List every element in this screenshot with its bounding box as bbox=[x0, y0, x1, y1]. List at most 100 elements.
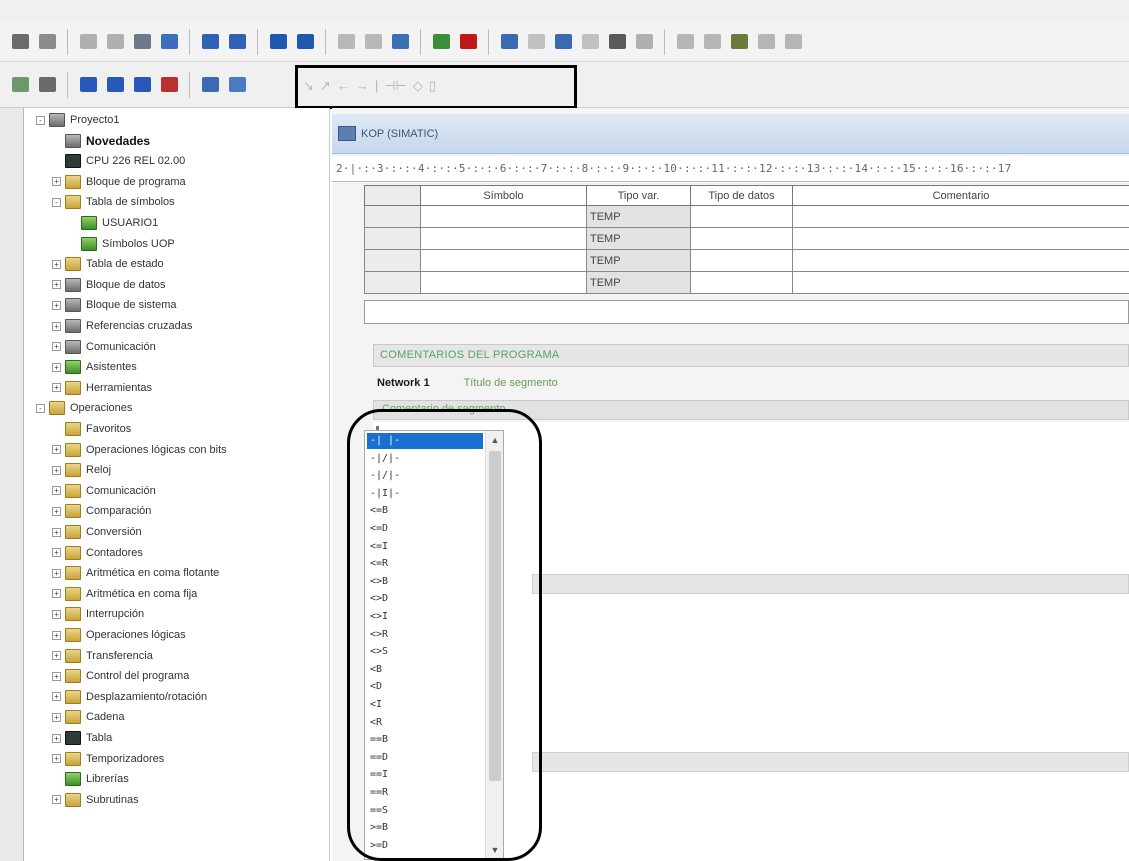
network-line-down-button[interactable] bbox=[103, 73, 127, 97]
expand-icon[interactable]: + bbox=[52, 568, 61, 578]
expand-icon[interactable]: + bbox=[52, 300, 61, 310]
navigation-bar-edge[interactable] bbox=[0, 108, 24, 861]
tree-item[interactable]: + Desplazamiento/rotación bbox=[52, 687, 207, 707]
print-preview-button[interactable] bbox=[35, 30, 59, 54]
tree-item[interactable]: + Herramientas bbox=[52, 378, 152, 398]
comment-cell[interactable] bbox=[792, 249, 1129, 272]
program-comment[interactable]: COMENTARIOS DEL PROGRAMA bbox=[373, 344, 1129, 367]
expand-icon[interactable]: + bbox=[52, 259, 61, 269]
expand-icon[interactable]: + bbox=[52, 177, 61, 187]
run-button[interactable] bbox=[429, 30, 453, 54]
symbol-cell[interactable] bbox=[420, 271, 587, 294]
tree-item[interactable]: + Control del programa bbox=[52, 666, 189, 686]
expand-icon[interactable]: + bbox=[52, 671, 61, 681]
tree-item[interactable]: + Bloque de sistema bbox=[52, 295, 177, 315]
data-type-cell[interactable] bbox=[690, 227, 793, 250]
compile-button[interactable] bbox=[198, 30, 222, 54]
copy-button[interactable] bbox=[103, 30, 127, 54]
network-line-up-button[interactable] bbox=[130, 73, 154, 97]
expand-icon[interactable]: + bbox=[52, 342, 61, 352]
print-button[interactable] bbox=[8, 30, 32, 54]
expand-icon[interactable]: + bbox=[52, 527, 61, 537]
collapse-icon[interactable]: - bbox=[52, 197, 61, 207]
tree-item[interactable]: - Operaciones bbox=[36, 398, 132, 418]
expand-icon[interactable]: + bbox=[52, 383, 61, 393]
tree-item[interactable]: + Bloque de programa bbox=[52, 172, 186, 192]
tree-item[interactable]: + Comunicación bbox=[52, 481, 156, 501]
expand-icon[interactable]: + bbox=[52, 630, 61, 640]
comment-cell[interactable] bbox=[792, 205, 1129, 228]
network-2-header[interactable] bbox=[532, 574, 1129, 594]
expand-icon[interactable]: + bbox=[52, 795, 61, 805]
memory-button[interactable] bbox=[35, 73, 59, 97]
expand-icon[interactable]: + bbox=[52, 280, 61, 290]
collapse-icon[interactable]: - bbox=[36, 403, 45, 413]
read-button[interactable] bbox=[605, 30, 629, 54]
tree-item[interactable]: - Tabla de símbolos bbox=[52, 192, 175, 212]
tree-item[interactable]: + Transferencia bbox=[52, 646, 153, 666]
symbol-cell[interactable] bbox=[420, 249, 587, 272]
expand-icon[interactable]: + bbox=[52, 589, 61, 599]
expand-icon[interactable]: + bbox=[52, 651, 61, 661]
data-type-cell[interactable] bbox=[690, 271, 793, 294]
comment-cell[interactable] bbox=[792, 271, 1129, 294]
pause-status-button[interactable] bbox=[524, 30, 548, 54]
var-type-cell[interactable]: TEMP bbox=[586, 205, 691, 228]
expand-icon[interactable]: + bbox=[52, 712, 61, 722]
tree-item[interactable]: + Asistentes bbox=[52, 357, 137, 377]
variable-table-row[interactable]: TEMP bbox=[364, 205, 1129, 228]
tree-item[interactable]: Novedades bbox=[52, 131, 150, 151]
unforce-button[interactable] bbox=[700, 30, 724, 54]
tree-item[interactable]: + Aritmética en coma flotante bbox=[52, 563, 219, 583]
expand-icon[interactable]: + bbox=[52, 321, 61, 331]
unforce-all-button[interactable] bbox=[727, 30, 751, 54]
var-type-cell[interactable]: TEMP bbox=[586, 227, 691, 250]
tree-item[interactable]: Símbolos UOP bbox=[68, 234, 175, 254]
network-delete-button[interactable] bbox=[157, 73, 181, 97]
expand-icon[interactable]: + bbox=[52, 754, 61, 764]
tree-item[interactable]: + Conversión bbox=[52, 522, 142, 542]
force-button[interactable] bbox=[673, 30, 697, 54]
expand-icon[interactable]: + bbox=[52, 548, 61, 558]
expand-icon[interactable]: + bbox=[52, 733, 61, 743]
tree-item[interactable]: + Aritmética en coma fija bbox=[52, 584, 197, 604]
tree-item[interactable]: + Temporizadores bbox=[52, 749, 164, 769]
expand-icon[interactable]: + bbox=[52, 445, 61, 455]
io-view-button[interactable] bbox=[8, 73, 32, 97]
trend-button[interactable] bbox=[632, 30, 656, 54]
expand-icon[interactable]: + bbox=[52, 486, 61, 496]
network-title[interactable]: Título de segmento bbox=[464, 377, 558, 389]
tree-item[interactable]: + Operaciones lógicas bbox=[52, 625, 186, 645]
tree-item[interactable]: + Contadores bbox=[52, 543, 143, 563]
expand-icon[interactable]: + bbox=[52, 692, 61, 702]
tree-item[interactable]: + Comparación bbox=[52, 501, 151, 521]
variable-table-row[interactable]: TEMP bbox=[364, 249, 1129, 272]
symbol-cell[interactable] bbox=[420, 227, 587, 250]
pause-chart-button[interactable] bbox=[578, 30, 602, 54]
data-type-cell[interactable] bbox=[690, 205, 793, 228]
tree-item[interactable]: Librerías bbox=[52, 769, 129, 789]
tree-item[interactable]: + Comunicación bbox=[52, 337, 156, 357]
row-header[interactable] bbox=[364, 205, 421, 228]
network-insert-button[interactable] bbox=[76, 73, 100, 97]
tree-item[interactable]: + Bloque de datos bbox=[52, 275, 166, 295]
tree-item[interactable]: + Cadena bbox=[52, 707, 125, 727]
expand-icon[interactable]: + bbox=[52, 362, 61, 372]
compile-all-button[interactable] bbox=[225, 30, 249, 54]
read-all-forced-button[interactable] bbox=[754, 30, 778, 54]
tree-item[interactable]: CPU 226 REL 02.00 bbox=[52, 151, 185, 171]
expand-icon[interactable]: + bbox=[52, 506, 61, 516]
collapse-icon[interactable]: - bbox=[36, 115, 45, 125]
stop-button[interactable] bbox=[456, 30, 480, 54]
sort-ascending-button[interactable] bbox=[334, 30, 358, 54]
tree-item[interactable]: - Proyecto1 bbox=[36, 110, 120, 130]
tree-item[interactable]: + Reloj bbox=[52, 460, 111, 480]
row-header[interactable] bbox=[364, 271, 421, 294]
upload-button[interactable] bbox=[266, 30, 290, 54]
expand-icon[interactable]: + bbox=[52, 465, 61, 475]
tree-item[interactable]: + Operaciones lógicas con bits bbox=[52, 440, 227, 460]
single-read-button[interactable] bbox=[781, 30, 805, 54]
cut-button[interactable] bbox=[76, 30, 100, 54]
download-button[interactable] bbox=[293, 30, 317, 54]
tree-item[interactable]: + Subrutinas bbox=[52, 790, 139, 810]
